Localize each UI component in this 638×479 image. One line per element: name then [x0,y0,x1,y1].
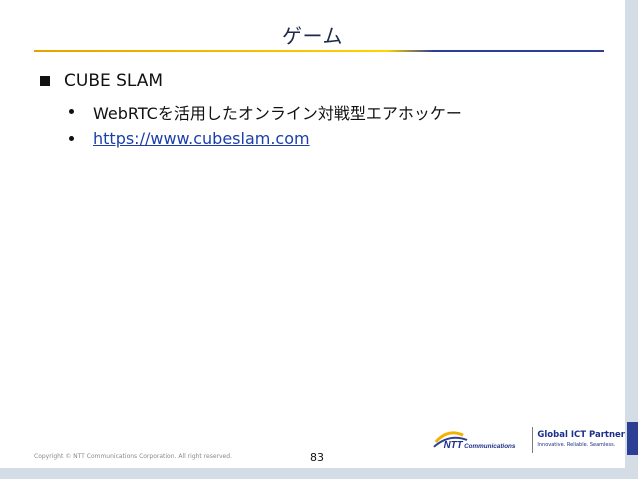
sub-bullet-description: WebRTCを活用したオンライン対戦型エアホッケー [69,98,462,125]
cubeslam-link[interactable]: https://www.cubeslam.com [93,129,310,148]
square-bullet-icon [40,76,50,86]
slide: ゲーム CUBE SLAM WebRTCを活用したオンライン対戦型エアホッケー … [0,0,625,468]
page-number: 83 [310,451,324,464]
title-underline [34,50,604,52]
dot-bullet-icon [69,136,74,141]
svg-text:Communications: Communications [464,442,516,449]
partner-tagline: Innovative. Reliable. Seamless. [537,441,616,448]
copyright-text: Copyright © NTT Communications Corporati… [34,453,232,460]
svg-text:NTT: NTT [444,439,464,450]
sub-bullet-url: https://www.cubeslam.com [69,125,462,152]
ntt-communications-logo-icon: NTT Communications [433,430,516,450]
logo-divider [532,426,534,453]
sub-bullet-text: WebRTCを活用したオンライン対戦型エアホッケー [93,103,462,123]
ntt-logo: NTT Communications Global ICT Partner In… [430,423,625,456]
partner-title: Global ICT Partner [537,430,625,441]
sub-bullet-list: WebRTCを活用したオンライン対戦型エアホッケー https://www.cu… [69,98,462,152]
bullet-cube-slam: CUBE SLAM [40,71,163,91]
dot-bullet-icon [69,109,74,114]
bullet-text: CUBE SLAM [64,71,164,91]
slide-title: ゲーム [282,24,343,48]
partner-block: Global ICT Partner Innovative. Reliable.… [537,431,625,448]
edge-accent-bar [627,422,638,455]
